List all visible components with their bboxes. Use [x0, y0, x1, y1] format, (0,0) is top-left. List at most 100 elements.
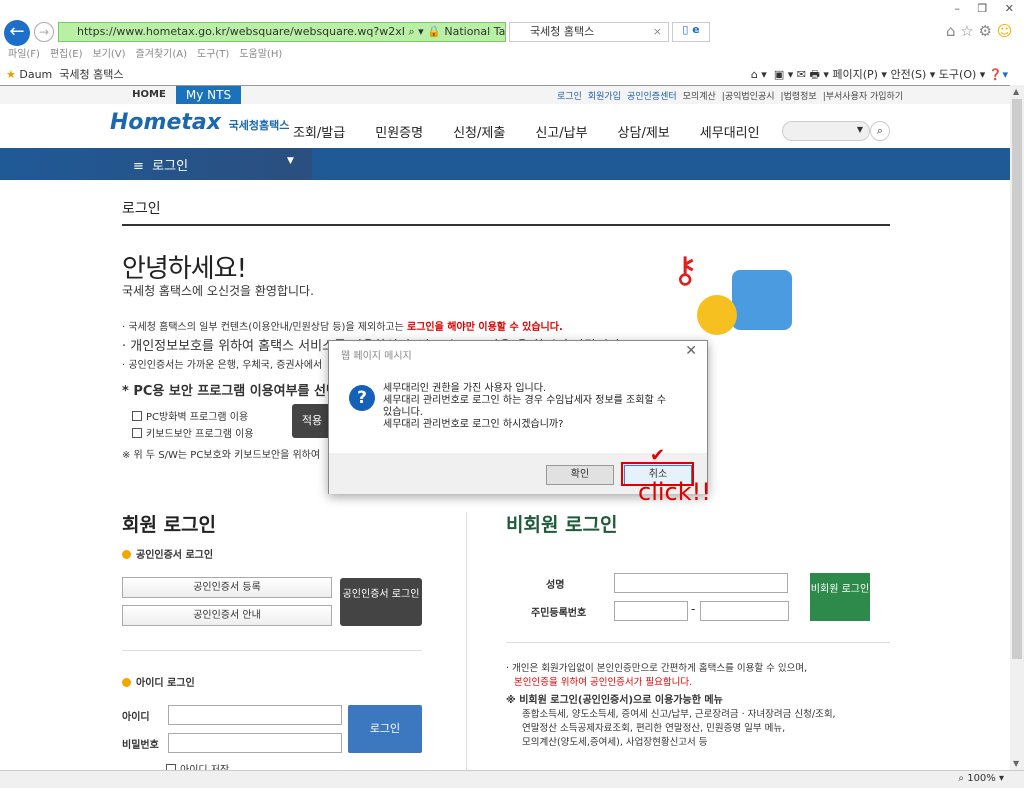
link-simulation[interactable]: 모의계산: [683, 92, 716, 102]
padlock-icon: [732, 270, 792, 330]
message-line: 세무대리 관리번호로 로그인 하는 경우 수임납세자 정보를 조회할 수: [383, 395, 667, 406]
apply-button[interactable]: 적용: [292, 404, 332, 438]
search-input[interactable]: ▼: [782, 121, 870, 141]
menu-edit[interactable]: 편집(E): [50, 49, 83, 60]
scroll-up-icon[interactable]: ▲: [1013, 87, 1019, 96]
notice-1-text: 국세청 홈택스의 일부 컨텐츠(이용안내/민원상담 등)을 제외하고는: [128, 322, 408, 333]
safety-menu[interactable]: 안전(S) ▾: [890, 68, 935, 81]
nav-file-pay[interactable]: 신고/납부: [535, 126, 587, 141]
menu-view[interactable]: 보기(V): [93, 49, 126, 60]
message-line: 세무대리인 권한을 가진 사용자 입니다.: [383, 383, 547, 394]
browser-tab[interactable]: 국세청 홈택스 ×: [509, 22, 669, 42]
link-dept-join[interactable]: 부서사용자 가입하기: [826, 92, 903, 102]
logo-text: Hometax: [110, 110, 221, 135]
cert-login-button[interactable]: 공인인증서 로그인: [340, 578, 422, 626]
nav-tax-agent[interactable]: 세무대리인: [700, 126, 760, 141]
close-tab-icon[interactable]: ×: [653, 23, 662, 41]
smiley-icon: ☺: [996, 22, 1013, 40]
notice-1-emphasis: 로그인을 해야만 이용할 수 있습니다.: [407, 322, 563, 333]
zoom-control[interactable]: ⌕ 100% ▾: [958, 773, 1004, 784]
tools-menu[interactable]: 도구(O) ▾: [939, 68, 986, 81]
fav-hometax[interactable]: 국세청 홈택스: [59, 68, 123, 81]
id-input[interactable]: [168, 705, 342, 725]
divider: [122, 650, 422, 651]
zoom-level: 100%: [967, 773, 996, 784]
guest-menu-2: 연말정산 소득공제자료조회, 편리한 연말정산, 민원증명 일부 메뉴,: [522, 723, 786, 734]
hometax-logo[interactable]: Hometax 국세청홈택스: [110, 110, 289, 135]
guest-menu-1: 종합소득세, 양도소득세, 증여세 신고/납부, 근로장려금 · 자녀장려금 신…: [522, 709, 836, 720]
chevron-down-icon: ▼: [856, 125, 863, 134]
id-login-button[interactable]: 로그인: [348, 705, 422, 753]
divider: [466, 512, 467, 772]
link-cert-center[interactable]: 공인인증센터: [627, 92, 677, 102]
password-input[interactable]: [168, 733, 342, 753]
forward-button[interactable]: →: [34, 22, 54, 42]
divider: [506, 642, 890, 643]
guest-info: · 개인은 회원가입없이 본인인증만으로 간편하게 홈택스를 이용할 수 있으며…: [506, 662, 836, 750]
message-line: 있습니다.: [383, 407, 423, 418]
ok-button[interactable]: 확인: [546, 465, 614, 485]
back-button[interactable]: ←: [4, 20, 30, 46]
home-star-gear-icons[interactable]: ⌂ ☆ ⚙ ☺: [946, 22, 1012, 40]
rrn-back-input[interactable]: [700, 601, 789, 621]
site-header: Hometax 국세청홈택스 조회/발급 민원증명 신청/제출 신고/납부 상담/제보 세…: [0, 104, 1010, 148]
nav-dropdown[interactable]: ≡ 로그인 ▼: [0, 148, 312, 180]
menu-tools[interactable]: 도구(T): [197, 49, 229, 60]
search-icon: ⌕: [876, 124, 884, 137]
menu-help[interactable]: 도움말(H): [239, 49, 282, 60]
name-input[interactable]: [614, 573, 788, 593]
scroll-down-icon[interactable]: ▼: [1013, 759, 1019, 768]
help-icon[interactable]: ❓▾: [989, 68, 1008, 81]
click-annotation: click!!: [638, 478, 711, 506]
menu-file[interactable]: 파일(F): [8, 49, 40, 60]
keyboard-security-label: 키보드보안 프로그램 이용: [146, 429, 254, 440]
welcome-text: 국세청 홈택스에 오신것을 환영합니다.: [122, 284, 314, 298]
key-icon: ⚷: [672, 250, 699, 291]
rrn-front-input[interactable]: [614, 601, 688, 621]
nav-inquiry[interactable]: 조회/발급: [293, 126, 345, 141]
close-icon[interactable]: ✕: [685, 343, 697, 359]
keyboard-security-checkbox[interactable]: 키보드보안 프로그램 이용: [132, 425, 254, 440]
fav-daum[interactable]: Daum: [19, 68, 52, 81]
link-join[interactable]: 회원가입: [588, 92, 621, 102]
vertical-scrollbar[interactable]: ▲ ▼: [1010, 85, 1024, 770]
scrollbar-thumb[interactable]: [1012, 99, 1022, 659]
firewall-checkbox[interactable]: PC방화벽 프로그램 이용: [132, 408, 248, 423]
link-login[interactable]: 로그인: [557, 92, 582, 102]
cert-guide-button[interactable]: 공인인증서 안내: [122, 605, 332, 626]
notice-1: · 국세청 홈택스의 일부 컨텐츠(이용안내/민원상담 등)을 제외하고는 로그…: [122, 322, 563, 333]
guest-info-2: 본인인증을 위하여 공인인증서가 필요합니다.: [514, 677, 693, 688]
nav-apply[interactable]: 신청/제출: [453, 126, 505, 141]
notice-3-text: 공인인증서는 가까운 은행, 우체국, 증권사에서: [128, 360, 323, 371]
page-menu[interactable]: 페이지(P) ▾: [832, 68, 887, 81]
search-button[interactable]: ⌕: [870, 121, 890, 141]
nav-certificate[interactable]: 민원증명: [375, 126, 423, 141]
greeting-heading: 안녕하세요!: [122, 254, 247, 284]
nav-current: 로그인: [152, 159, 189, 174]
dialog-title: 웹 페이지 메시지: [341, 351, 412, 362]
url-text: https://www.hometax.go.kr/websquare/webs…: [77, 25, 405, 38]
new-tab-button[interactable]: ▯ e: [672, 22, 710, 42]
guest-login-heading: 비회원 로그인: [506, 514, 618, 536]
menu-favorites[interactable]: 즐겨찾기(A): [136, 49, 187, 60]
nav-menu-label: ≡ 로그인: [133, 159, 189, 174]
guest-menu-3: 모의계산(양도세,증여세), 사업장현황신고서 등: [522, 737, 708, 748]
tab-home[interactable]: HOME: [122, 89, 176, 100]
link-public-corp[interactable]: 공익법인공시: [725, 92, 775, 102]
tab-my-nts[interactable]: My NTS: [176, 86, 241, 105]
menu-bar: 파일(F) 편집(E) 보기(V) 즐겨찾기(A) 도구(T) 도움말(H): [8, 45, 292, 60]
address-bar[interactable]: https://www.hometax.go.kr/websquare/webs…: [58, 22, 506, 42]
cert-register-button[interactable]: 공인인증서 등록: [122, 577, 332, 598]
window-controls[interactable]: – ❐ ✕: [954, 2, 1014, 15]
section-nav-bar: ≡ 로그인 ▼: [0, 148, 1010, 180]
link-law[interactable]: 법령정보: [784, 92, 817, 102]
logo-subtext: 국세청홈택스: [228, 119, 290, 132]
guest-login-button[interactable]: 비회원 로그인: [810, 573, 870, 621]
nav-consult[interactable]: 상담/제보: [618, 126, 670, 141]
chevron-down-icon: ▼: [287, 156, 294, 166]
favorites-bar: ★ Daum 국세청 홈택스: [6, 66, 124, 82]
favorites-star-icon[interactable]: ★: [6, 68, 16, 81]
question-icon: ?: [349, 385, 375, 411]
cert-login-label: 공인인증서 로그인: [136, 550, 214, 561]
guest-info-1-text: 개인은 회원가입없이 본인인증만으로 간편하게 홈택스를 이용할 수 있으며,: [512, 663, 808, 674]
